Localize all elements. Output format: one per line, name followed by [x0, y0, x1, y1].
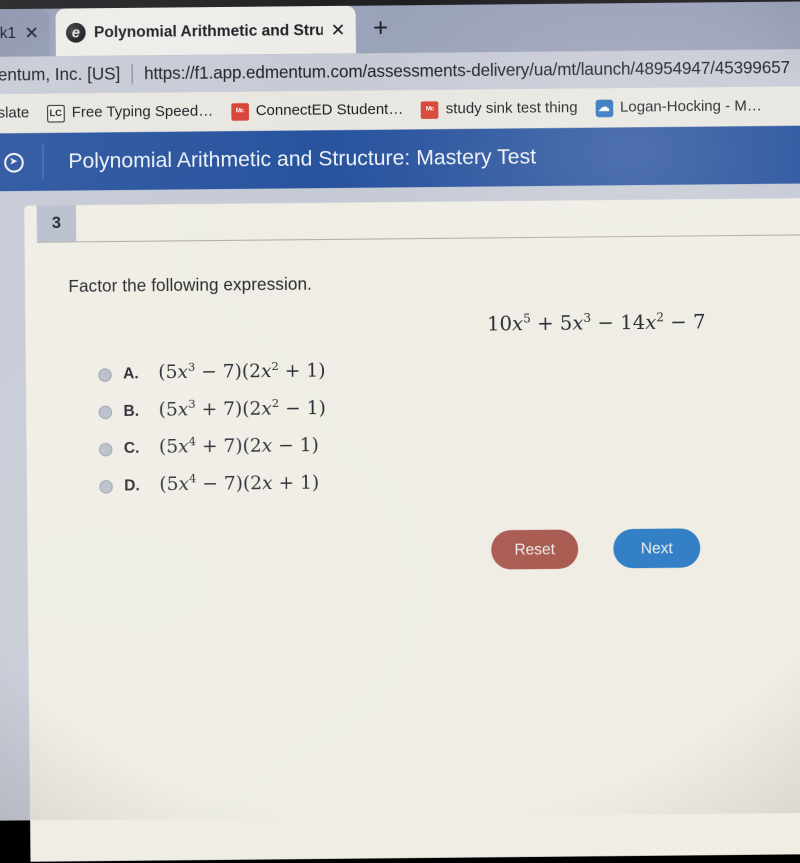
edge-icon: e: [65, 22, 86, 43]
bookmark-label: ConnectED Student…: [255, 101, 404, 120]
option-text: (5x4 − 7)(2x + 1): [159, 471, 320, 496]
menu-button[interactable]: ➤: [0, 152, 43, 173]
bookmark-label: Free Typing Speed…: [71, 103, 214, 122]
mcgraw-hill-icon: Mc: [230, 102, 249, 121]
radio-button[interactable]: [98, 368, 112, 382]
arrow-circle-icon: ➤: [3, 152, 24, 173]
close-icon[interactable]: ✕: [24, 23, 39, 43]
site-identity-label: mentum, Inc. [US]: [0, 64, 121, 85]
bookmark-item-connected-student[interactable]: Mc ConnectED Student…: [230, 101, 404, 121]
browser-tab-active[interactable]: e Polynomial Arithmetic and Struc ✕: [55, 5, 357, 57]
radio-button[interactable]: [98, 405, 113, 420]
next-button[interactable]: Next: [613, 528, 701, 569]
option-text: (5x3 − 7)(2x2 + 1): [158, 359, 326, 384]
app-header: ➤ Polynomial Arithmetic and Structure: M…: [0, 125, 800, 192]
url-text: https://f1.app.edmentum.com/assessments-…: [144, 58, 791, 83]
answer-option-c[interactable]: C. (5x4 + 7)(2x − 1): [98, 434, 327, 474]
address-bar-divider: [131, 63, 133, 85]
question-number-badge: 3: [36, 205, 77, 242]
option-letter: B.: [123, 402, 140, 420]
browser-tab-inactive[interactable]: d.k1 ✕: [0, 8, 50, 58]
answer-option-a[interactable]: A. (5x3 − 7)(2x2 + 1): [98, 359, 326, 399]
cloud-icon: ☁: [595, 99, 613, 117]
bookmark-item-logan-hocking[interactable]: ☁ Logan-Hocking - M…: [595, 98, 762, 117]
bookmark-label: study sink test thing: [445, 99, 578, 118]
option-letter: C.: [123, 439, 140, 458]
option-text: (5x4 + 7)(2x − 1): [158, 434, 319, 458]
page-background: 3 Factor the following expression. 10x5 …: [0, 183, 800, 862]
question-card: 3 Factor the following expression. 10x5 …: [24, 197, 800, 862]
close-icon[interactable]: ✕: [331, 20, 346, 40]
option-letter: D.: [124, 476, 140, 495]
tab-title: d.k1: [0, 24, 17, 42]
bookmark-item-typing-speed[interactable]: LC Free Typing Speed…: [46, 103, 214, 123]
bookmark-item-translate[interactable]: e Translate: [0, 105, 29, 122]
mcgraw-hill-icon: Mc: [420, 100, 439, 119]
action-buttons: Reset Next: [491, 528, 701, 570]
question-expression: 10x5 + 5x3 − 14x2 − 7: [486, 309, 706, 336]
option-letter: A.: [123, 364, 139, 383]
question-divider: [36, 234, 800, 243]
header-divider: [42, 144, 44, 180]
answer-option-d[interactable]: D. (5x4 − 7)(2x + 1): [99, 472, 327, 511]
bookmark-item-study-sink[interactable]: Mc study sink test thing: [420, 99, 578, 119]
page-title: Polynomial Arithmetic and Structure: Mas…: [68, 144, 537, 174]
bookmark-label: Logan-Hocking - M…: [619, 98, 762, 117]
answer-option-b[interactable]: B. (5x3 + 7)(2x2 − 1): [98, 396, 327, 436]
question-prompt: Factor the following expression.: [68, 275, 313, 297]
radio-button[interactable]: [99, 480, 113, 494]
reset-button[interactable]: Reset: [491, 529, 579, 570]
tab-title: Polynomial Arithmetic and Struc: [93, 21, 323, 41]
radio-button[interactable]: [98, 442, 113, 457]
option-text: (5x3 + 7)(2x2 − 1): [158, 396, 326, 421]
new-tab-button[interactable]: +: [364, 12, 397, 45]
lc-icon: LC: [46, 104, 65, 123]
bookmark-label: e Translate: [0, 105, 30, 123]
browser-window: d.k1 ✕ e Polynomial Arithmetic and Struc…: [0, 0, 800, 862]
answer-options: A. (5x3 − 7)(2x2 + 1) B. (5x3 + 7)(2x2 −…: [98, 359, 327, 511]
tab-strip: d.k1 ✕ e Polynomial Arithmetic and Struc…: [0, 0, 800, 58]
